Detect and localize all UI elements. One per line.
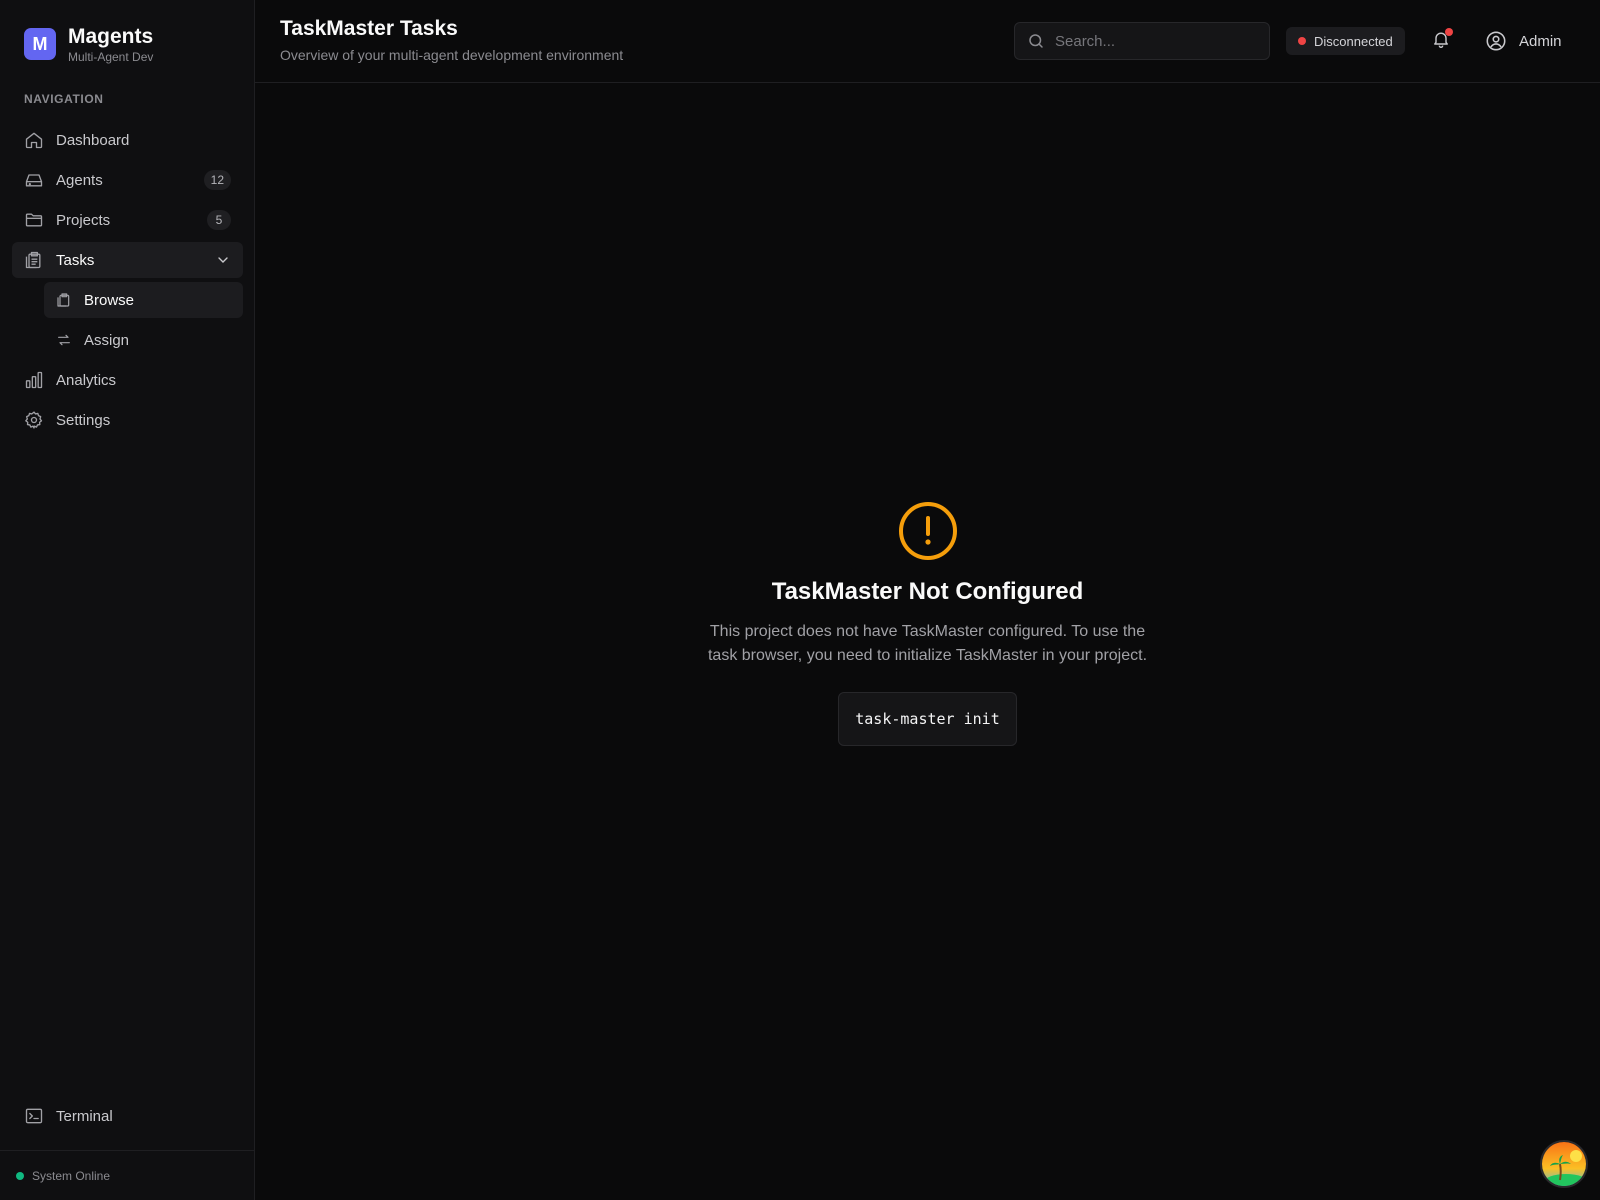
bar-chart-icon [24,370,44,390]
clipboard-icon [24,250,44,270]
connection-status-badge[interactable]: Disconnected [1286,27,1405,55]
empty-state: TaskMaster Not Configured This project d… [255,500,1600,746]
count-badge: 12 [203,170,231,190]
search-box[interactable] [1014,22,1270,60]
sidebar-item-projects[interactable]: Projects 5 [12,202,243,238]
palm-island-icon [1542,1142,1586,1186]
sidebar-item-label: Settings [56,411,111,429]
sidebar-item-analytics[interactable]: Analytics [12,362,243,398]
gear-icon [24,410,44,430]
empty-state-description: This project does not have TaskMaster co… [707,623,1148,664]
brand-subtitle: Multi-Agent Dev [68,50,154,64]
sidebar-item-label: Assign [84,331,130,349]
nav-section-label: NAVIGATION [24,92,104,106]
sidebar-item-label: Dashboard [56,131,130,149]
empty-state-title: TaskMaster Not Configured [771,578,1084,605]
page-title: TaskMaster Tasks [280,17,458,40]
sidebar-item-label: Agents [56,171,103,189]
terminal-label: Terminal [56,1107,113,1125]
warning-icon [897,500,959,562]
clipboard-icon [56,292,72,308]
assistant-avatar-button[interactable] [1540,1140,1588,1188]
sidebar-subitem-assign[interactable]: Assign [44,322,243,358]
count-badge: 5 [207,210,231,230]
terminal-icon [24,1106,44,1126]
terminal-section: Terminal [12,1098,243,1138]
brand-name: Magents [68,25,154,48]
user-circle-icon [1485,30,1507,52]
sidebar-item-tasks[interactable]: Tasks [12,242,243,278]
system-status-label: System Online [32,1168,111,1183]
top-header: TaskMaster Tasks Overview of your multi-… [255,0,1600,83]
sidebar: M Magents Multi-Agent Dev NAVIGATION Das… [0,0,255,1200]
notifications-button[interactable] [1428,28,1454,54]
chevron-down-icon[interactable] [215,252,231,268]
init-command[interactable]: task-master init [838,692,1017,746]
sidebar-item-label: Tasks [56,251,95,269]
brand[interactable]: M Magents Multi-Agent Dev [24,24,153,64]
sidebar-item-label: Analytics [56,371,117,389]
server-icon [24,170,44,190]
folder-icon [24,210,44,230]
sidebar-item-settings[interactable]: Settings [12,402,243,438]
home-icon [24,130,44,150]
system-status: System Online [0,1150,255,1200]
search-input[interactable] [1055,32,1255,50]
status-dot [1298,37,1306,45]
page-subtitle: Overview of your multi-agent development… [280,47,624,63]
brand-logo: M [24,28,56,60]
search-icon [1027,32,1045,50]
user-menu[interactable]: Admin [1485,28,1562,54]
connection-status-label: Disconnected [1314,33,1393,49]
notification-indicator [1445,28,1453,36]
status-dot [16,1171,24,1180]
sidebar-nav: Dashboard Agents 12 Projects 5 Tasks Bro… [12,122,243,442]
sidebar-subitem-browse[interactable]: Browse [44,282,243,318]
sidebar-item-label: Browse [84,291,135,309]
sidebar-item-dashboard[interactable]: Dashboard [12,122,243,158]
sidebar-item-agents[interactable]: Agents 12 [12,162,243,198]
terminal-button[interactable]: Terminal [12,1098,243,1134]
user-name: Admin [1519,32,1562,50]
arrows-exchange-icon [56,332,72,348]
sidebar-item-label: Projects [56,211,111,229]
